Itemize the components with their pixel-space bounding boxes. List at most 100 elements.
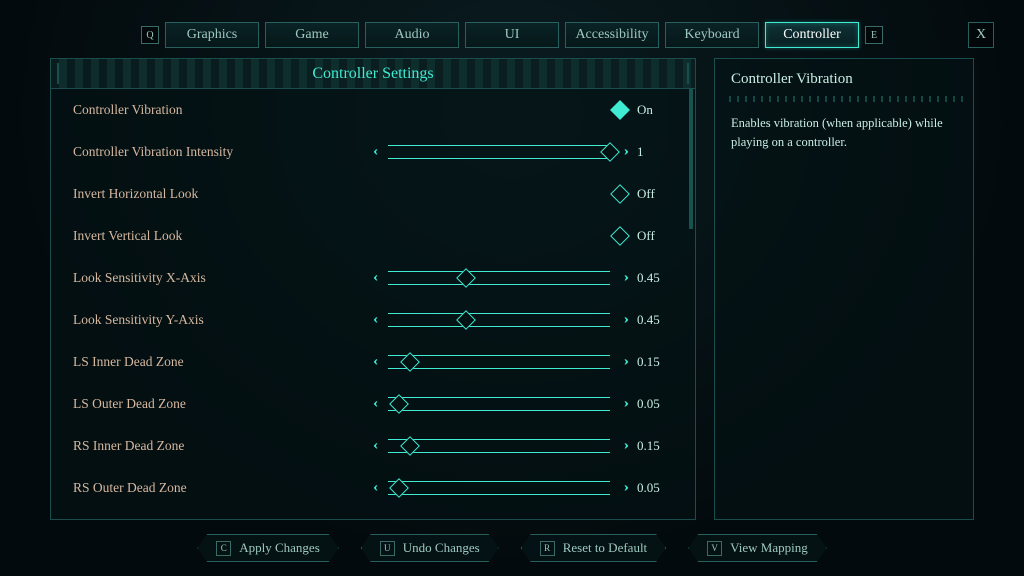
chevron-right-icon[interactable]: ››	[624, 145, 625, 159]
setting-label: Invert Vertical Look	[73, 228, 373, 244]
setting-label: RS Inner Dead Zone	[73, 438, 373, 454]
slider-thumb[interactable]	[456, 268, 476, 288]
footer-undo-changes-button[interactable]: U Undo Changes	[361, 534, 499, 562]
settings-panel: Controller Settings Controller Vibration…	[50, 58, 696, 520]
setting-control[interactable]: ‹‹ ›› 0.15	[373, 354, 673, 370]
setting-row-invert_h: Invert Horizontal Look Off	[51, 173, 695, 215]
chevron-left-icon[interactable]: ‹‹	[373, 145, 374, 159]
footer-apply-changes-button[interactable]: C Apply Changes	[197, 534, 339, 562]
slider-value: 0.45	[637, 312, 673, 328]
info-title: Controller Vibration	[715, 59, 973, 96]
slider-value: 0.05	[637, 480, 673, 496]
chevron-right-icon[interactable]: ››	[624, 397, 625, 411]
setting-control[interactable]: Off	[373, 186, 673, 202]
setting-label: Controller Vibration Intensity	[73, 144, 373, 160]
close-button[interactable]: X	[968, 22, 994, 48]
setting-row-sens_y: Look Sensitivity Y-Axis‹‹››0.45	[51, 299, 695, 341]
setting-row-ls_inner: LS Inner Dead Zone‹‹ ›› 0.15	[51, 341, 695, 383]
key-hint: R	[540, 541, 555, 556]
tab-keyboard[interactable]: Keyboard	[665, 22, 759, 48]
setting-control[interactable]: On	[373, 102, 673, 118]
setting-label: LS Outer Dead Zone	[73, 396, 373, 412]
setting-row-invert_v: Invert Vertical Look Off	[51, 215, 695, 257]
settings-list: Controller VibrationOnController Vibrati…	[51, 89, 695, 519]
footer-reset-to-default-button[interactable]: R Reset to Default	[521, 534, 666, 562]
setting-label: LS Inner Dead Zone	[73, 354, 373, 370]
slider-value: 0.15	[637, 438, 673, 454]
diamond-icon[interactable]	[610, 226, 630, 246]
slider-track[interactable]	[388, 313, 609, 327]
key-hint: C	[216, 541, 231, 556]
setting-control[interactable]: ‹‹ ›› 0.15	[373, 438, 673, 454]
slider-track[interactable]	[388, 481, 609, 495]
chevron-left-icon[interactable]: ‹‹	[373, 439, 374, 453]
setting-control[interactable]: Off	[373, 228, 673, 244]
tab-accessibility[interactable]: Accessibility	[565, 22, 659, 48]
slider-track[interactable]	[388, 271, 609, 285]
footer-button-label: Reset to Default	[563, 540, 647, 556]
tab-ui[interactable]: UI	[465, 22, 559, 48]
setting-row-rs_inner: RS Inner Dead Zone‹‹ ›› 0.15	[51, 425, 695, 467]
setting-control[interactable]: ‹‹ ›› 0.45	[373, 270, 673, 286]
setting-control[interactable]: ‹‹ ›› 0.45	[373, 312, 673, 328]
prev-tab-key-hint: Q	[141, 26, 159, 44]
footer-button-label: Apply Changes	[239, 540, 320, 556]
chevron-left-icon[interactable]: ‹‹	[373, 313, 374, 327]
slider-value: 0.45	[637, 270, 673, 286]
slider-thumb[interactable]	[389, 478, 409, 498]
slider-track[interactable]	[388, 355, 609, 369]
slider-track[interactable]	[388, 439, 609, 453]
chevron-left-icon[interactable]: ‹‹	[373, 271, 374, 285]
main-content: Controller Settings Controller Vibration…	[50, 58, 974, 520]
footer-bar: C Apply Changes U Undo Changes R Reset to Def…	[0, 534, 1024, 562]
footer-button-label: View Mapping	[730, 540, 808, 556]
slider-thumb[interactable]	[401, 352, 421, 372]
toggle-value: Off	[637, 228, 655, 244]
diamond-icon[interactable]	[610, 100, 630, 120]
chevron-right-icon[interactable]: ››	[624, 439, 625, 453]
slider-value: 1	[637, 144, 673, 160]
chevron-right-icon[interactable]: ››	[624, 481, 625, 495]
slider-thumb[interactable]	[600, 142, 620, 162]
setting-label: Controller Vibration	[73, 102, 373, 118]
footer-view-mapping-button[interactable]: V View Mapping	[688, 534, 827, 562]
toggle-value: On	[637, 102, 653, 118]
footer-button-label: Undo Changes	[403, 540, 480, 556]
chevron-left-icon[interactable]: ‹‹	[373, 397, 374, 411]
key-hint: U	[380, 541, 395, 556]
chevron-right-icon[interactable]: ››	[624, 271, 625, 285]
setting-row-ls_outer: LS Outer Dead Zone‹‹ ›› 0.05	[51, 383, 695, 425]
diamond-icon[interactable]	[610, 184, 630, 204]
info-body: Enables vibration (when applicable) whil…	[715, 102, 973, 164]
chevron-right-icon[interactable]: ››	[624, 355, 625, 369]
setting-control[interactable]: ‹‹ ›› 0.05	[373, 396, 673, 412]
setting-label: Invert Horizontal Look	[73, 186, 373, 202]
next-tab-key-hint: E	[865, 26, 883, 44]
setting-row-sens_x: Look Sensitivity X-Axis‹‹ ›› 0.45	[51, 257, 695, 299]
setting-control[interactable]: ‹‹ ›› 1	[373, 144, 673, 160]
panel-title: Controller Settings	[51, 59, 695, 89]
tab-controller[interactable]: Controller	[765, 22, 859, 48]
slider-thumb[interactable]	[456, 310, 476, 330]
slider-track[interactable]	[388, 397, 609, 411]
slider-value: 0.15	[637, 354, 673, 370]
slider-track[interactable]	[388, 145, 609, 159]
tab-graphics[interactable]: Graphics	[165, 22, 259, 48]
chevron-left-icon[interactable]: ‹‹	[373, 481, 374, 495]
setting-row-vibration_int: Controller Vibration Intensity‹‹ ›› 1	[51, 131, 695, 173]
toggle-value: Off	[637, 186, 655, 202]
setting-control[interactable]: ‹‹ ›› 0.05	[373, 480, 673, 496]
slider-value: 0.05	[637, 396, 673, 412]
info-panel: Controller Vibration Enables vibration (…	[714, 58, 974, 520]
tab-bar: Q GraphicsGameAudioUIAccessibilityKeyboa…	[0, 22, 1024, 48]
key-hint: V	[707, 541, 722, 556]
tab-audio[interactable]: Audio	[365, 22, 459, 48]
setting-label: RS Outer Dead Zone	[73, 480, 373, 496]
slider-thumb[interactable]	[401, 436, 421, 456]
chevron-right-icon[interactable]: ››	[624, 313, 625, 327]
setting-row-vibration: Controller Vibration On	[51, 89, 695, 131]
slider-thumb[interactable]	[389, 394, 409, 414]
setting-label: Look Sensitivity X-Axis	[73, 270, 373, 286]
chevron-left-icon[interactable]: ‹‹	[373, 355, 374, 369]
tab-game[interactable]: Game	[265, 22, 359, 48]
